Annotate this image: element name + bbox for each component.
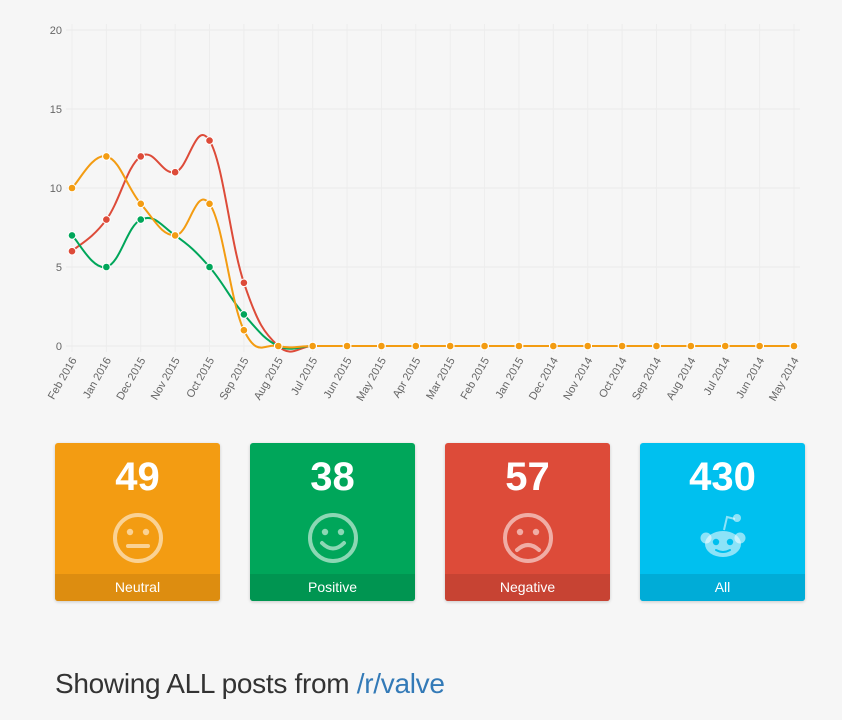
x-tick-label: Aug 2014: [665, 356, 699, 403]
x-tick-label: Jul 2014: [702, 356, 733, 398]
data-point: [720, 341, 730, 351]
data-point: [67, 231, 77, 240]
x-tick-label: Feb 2015: [459, 355, 493, 401]
negative-label: Negative: [445, 574, 610, 601]
data-point: [102, 215, 111, 224]
x-tick-label: May 2015: [354, 356, 389, 404]
neutral-face-icon: [113, 513, 163, 563]
data-point: [549, 341, 558, 351]
reddit-alien-icon: [700, 514, 746, 557]
data-point: [308, 341, 317, 351]
y-tick-label: 5: [56, 262, 62, 274]
data-point: [445, 341, 455, 351]
data-point: [342, 341, 352, 351]
data-point: [239, 278, 249, 288]
x-tick-label: Jan 2015: [494, 356, 527, 401]
x-tick-label: Sep 2014: [630, 356, 664, 403]
data-point: [102, 152, 111, 161]
chart-points: [67, 136, 799, 351]
y-tick-label: 10: [50, 183, 62, 195]
data-point: [239, 310, 249, 319]
page-heading: Showing ALL posts from /r/valve: [55, 668, 445, 700]
chart-lines: [71, 134, 794, 353]
x-tick-label: Dec 2015: [114, 356, 148, 403]
subreddit-link[interactable]: /r/valve: [357, 668, 445, 699]
data-point: [652, 341, 661, 351]
x-tick-label: Mar 2015: [424, 356, 458, 402]
frown-face-icon: [503, 513, 553, 563]
positive-count: 38: [310, 455, 355, 499]
x-tick-label: Aug 2015: [252, 356, 286, 403]
x-tick-label: May 2014: [767, 356, 802, 404]
y-tick-label: 0: [56, 341, 62, 353]
neutral-stat-card[interactable]: 49 Neutral: [55, 443, 220, 601]
data-point: [755, 341, 764, 351]
data-point: [480, 341, 489, 351]
x-tick-label: Nov 2014: [561, 356, 595, 403]
all-stat-card[interactable]: 430 All: [640, 443, 805, 601]
x-tick-label: Nov 2015: [149, 356, 183, 403]
all-label: All: [640, 574, 805, 601]
x-tick-label: Jul 2015: [289, 356, 320, 398]
data-point: [273, 341, 283, 351]
x-axis-ticks: Feb 2016 Jan 2016 Dec 2015 Nov 2015 Oct 2015…: [46, 355, 802, 403]
data-point: [377, 341, 386, 351]
heading-prefix: Showing ALL posts from: [55, 668, 357, 699]
data-point: [205, 136, 214, 145]
x-tick-label: Apr 2015: [391, 356, 424, 401]
positive-label: Positive: [250, 574, 415, 601]
x-tick-label: Jun 2014: [734, 356, 767, 401]
data-point: [136, 215, 146, 224]
series-line-2: [71, 155, 794, 349]
data-point: [136, 152, 146, 161]
y-tick-label: 15: [50, 104, 62, 116]
data-point: [205, 262, 214, 272]
data-point: [789, 341, 799, 351]
x-tick-label: Jun 2015: [322, 356, 355, 401]
data-point: [686, 341, 696, 351]
neutral-count: 49: [115, 455, 160, 499]
data-point: [411, 341, 421, 351]
data-point: [205, 199, 214, 209]
all-count: 430: [689, 455, 756, 499]
x-tick-label: Oct 2015: [184, 356, 217, 401]
x-tick-label: Jan 2016: [81, 356, 114, 401]
data-point: [170, 167, 180, 177]
data-point: [67, 246, 77, 256]
series-line-0: [71, 134, 794, 353]
data-point: [583, 341, 593, 351]
y-axis-ticks: 0 5 10 15 20: [50, 25, 62, 353]
data-point: [136, 199, 146, 209]
negative-stat-card[interactable]: 57 Negative: [445, 443, 610, 601]
smile-face-icon: [308, 513, 358, 563]
negative-count: 57: [505, 455, 550, 499]
data-point: [617, 341, 627, 351]
neutral-label: Neutral: [55, 574, 220, 601]
data-point: [67, 183, 77, 193]
positive-stat-card[interactable]: 38 Positive: [250, 443, 415, 601]
line-chart: 05101520 Feb 2016 Jan 2016 Dec 2015 Nov 201…: [46, 24, 802, 403]
data-point: [170, 231, 180, 240]
data-point: [102, 262, 111, 272]
x-tick-label: Oct 2014: [597, 356, 630, 401]
x-tick-label: Feb 2016: [46, 356, 80, 402]
y-tick-label: 20: [50, 25, 62, 37]
data-point: [239, 325, 249, 335]
series-line-1: [71, 217, 794, 350]
x-tick-label: Dec 2014: [527, 356, 561, 403]
data-point: [514, 341, 524, 351]
x-tick-label: Sep 2015: [218, 356, 252, 403]
chart-grid: [66, 24, 800, 352]
